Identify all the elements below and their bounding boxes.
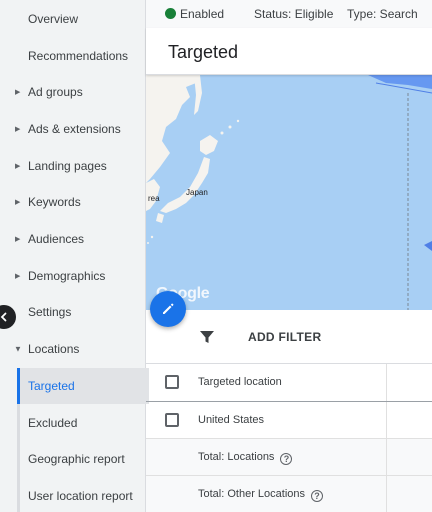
sidebar-item-targeted[interactable]: Targeted <box>20 368 149 404</box>
column-divider <box>386 364 387 401</box>
total-label: Total: Locations? <box>198 451 293 465</box>
expand-arrow-icon: ▶ <box>15 273 21 280</box>
locations-submenu: Targeted Excluded Geographic report User… <box>17 368 149 512</box>
filter-bar: ADD FILTER <box>146 310 432 364</box>
column-header-targeted-location[interactable]: Targeted location <box>198 376 282 388</box>
sidebar-item-label: Settings <box>28 305 72 319</box>
location-map[interactable]: Japan rea Google <box>146 75 432 310</box>
expand-arrow-icon: ▶ <box>15 199 21 206</box>
page-title: Targeted <box>168 42 239 62</box>
sidebar-item-label: Landing pages <box>28 159 107 173</box>
map-label-korea: rea <box>148 194 160 203</box>
expand-arrow-icon: ▶ <box>15 236 21 243</box>
add-filter-button[interactable]: ADD FILTER <box>248 330 321 344</box>
sidebar-item-label: User location report <box>28 489 133 503</box>
sidebar-item-label: Ad groups <box>28 85 83 99</box>
eligibility-status: Status: Eligible <box>254 7 334 21</box>
sidebar-item-audiences[interactable]: ▶ Audiences <box>0 221 146 257</box>
sidebar-item-keywords[interactable]: ▶ Keywords <box>0 184 146 220</box>
filter-icon[interactable] <box>199 329 215 345</box>
total-row-other-locations: Total: Other Locations? <box>146 476 432 512</box>
sidebar-item-landing-pages[interactable]: ▶ Landing pages <box>0 148 146 184</box>
column-divider <box>386 476 387 512</box>
total-locations-label: Total: Locations <box>198 451 275 463</box>
column-divider <box>386 439 387 475</box>
select-all-checkbox[interactable] <box>165 375 179 389</box>
table-row: United States <box>146 402 432 439</box>
sidebar: Overview Recommendations ▶ Ad groups ▶ A… <box>0 0 149 512</box>
enabled-status-icon <box>165 8 176 19</box>
map-label-japan: Japan <box>186 188 208 197</box>
sidebar-item-label: Geographic report <box>28 452 125 466</box>
page-header: Targeted <box>146 28 432 75</box>
campaign-status-bar: Enabled Status: Eligible Type: Search <box>146 0 432 28</box>
chevron-left-icon <box>0 312 7 322</box>
table-header-row: Targeted location <box>146 364 432 402</box>
expand-arrow-icon: ▶ <box>15 126 21 133</box>
sidebar-item-label: Recommendations <box>28 49 129 63</box>
sidebar-item-overview[interactable]: Overview <box>0 1 146 37</box>
row-checkbox[interactable] <box>165 413 179 427</box>
sidebar-item-user-location-report[interactable]: User location report <box>20 478 149 512</box>
total-label: Total: Other Locations? <box>198 488 324 502</box>
active-indicator <box>17 368 20 404</box>
sidebar-item-label: Overview <box>28 12 79 26</box>
sidebar-item-geographic-report[interactable]: Geographic report <box>20 441 149 477</box>
expand-arrow-icon: ▶ <box>15 89 21 96</box>
sidebar-item-label: Excluded <box>28 416 78 430</box>
help-icon[interactable]: ? <box>280 453 293 465</box>
sidebar-item-label: Audiences <box>28 232 85 246</box>
sidebar-item-label: Ads & extensions <box>28 122 121 136</box>
locations-table: Targeted location United States Total: L… <box>146 364 432 512</box>
sidebar-item-label: Targeted <box>28 379 75 393</box>
sidebar-item-label: Locations <box>28 342 80 356</box>
total-other-locations-label: Total: Other Locations <box>198 488 306 500</box>
pencil-icon <box>163 303 174 314</box>
sidebar-item-ads-extensions[interactable]: ▶ Ads & extensions <box>0 111 146 147</box>
sidebar-item-settings[interactable]: Settings <box>0 294 146 330</box>
sidebar-item-excluded[interactable]: Excluded <box>20 405 149 441</box>
location-name: United States <box>198 414 265 426</box>
edit-locations-button[interactable] <box>150 291 186 327</box>
sidebar-item-ad-groups[interactable]: ▶ Ad groups <box>0 74 146 110</box>
help-icon[interactable]: ? <box>311 490 324 502</box>
campaign-type: Type: Search <box>347 7 418 21</box>
sidebar-item-label: Keywords <box>28 195 81 209</box>
collapse-arrow-icon: ▼ <box>14 344 22 354</box>
sidebar-item-label: Demographics <box>28 269 106 283</box>
sidebar-item-demographics[interactable]: ▶ Demographics <box>0 258 146 294</box>
expand-arrow-icon: ▶ <box>15 163 21 170</box>
sidebar-item-locations[interactable]: ▼ Locations <box>0 331 146 367</box>
sidebar-item-recommendations[interactable]: Recommendations <box>0 38 146 74</box>
enabled-status: Enabled <box>180 7 225 21</box>
column-divider <box>386 402 387 438</box>
total-row-locations: Total: Locations? <box>146 439 432 476</box>
